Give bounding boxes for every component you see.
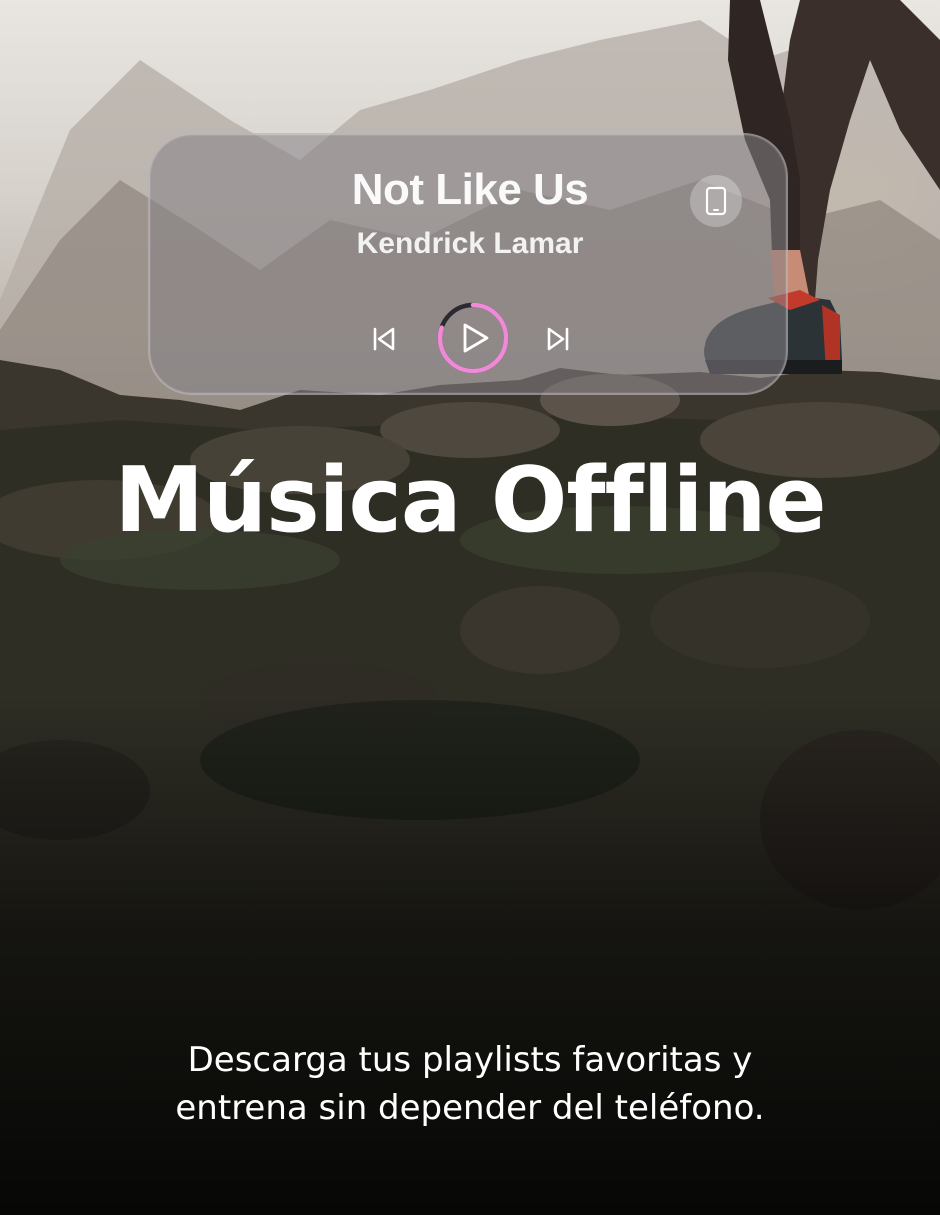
tagline: Descarga tus playlists favoritas y entre… — [0, 1036, 940, 1132]
music-player-widget: Not Like Us Kendrick Lamar — [148, 133, 788, 395]
playback-progress-ring — [437, 302, 509, 374]
play-icon — [463, 323, 489, 353]
next-button[interactable] — [538, 319, 578, 359]
headline: Música Offline — [114, 448, 826, 553]
skip-next-icon — [547, 327, 569, 351]
play-button[interactable] — [436, 301, 510, 375]
smartphone-icon — [705, 186, 727, 216]
tagline-line-2: entrena sin depender del teléfono. — [175, 1088, 765, 1128]
previous-button[interactable] — [364, 319, 404, 359]
tagline-line-1: Descarga tus playlists favoritas y — [187, 1040, 753, 1080]
skip-previous-icon — [373, 327, 395, 351]
device-button[interactable] — [690, 175, 742, 227]
bottom-dark-overlay — [0, 695, 940, 1215]
song-artist: Kendrick Lamar — [356, 227, 584, 260]
